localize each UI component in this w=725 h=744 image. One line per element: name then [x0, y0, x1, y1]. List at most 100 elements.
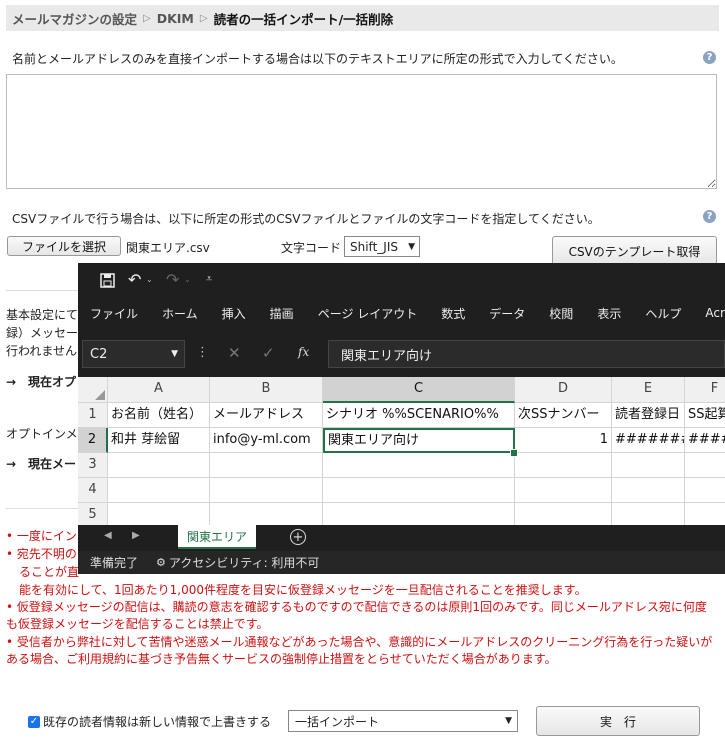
overwrite-checkbox[interactable]: ✓ — [28, 715, 40, 728]
cell-empty[interactable] — [612, 453, 685, 478]
cell-e1[interactable]: 読者登録日 — [612, 403, 685, 428]
cell-empty[interactable] — [108, 453, 210, 478]
help-icon[interactable]: ? — [703, 51, 716, 64]
cell-empty[interactable] — [515, 478, 612, 503]
chevron-down-icon[interactable]: ⌄ — [184, 275, 191, 284]
column-header-a[interactable]: A — [108, 377, 210, 403]
ribbon-tab-review[interactable]: 校閲 — [549, 305, 573, 322]
row-header-2[interactable]: 2 — [78, 428, 108, 453]
formula-input-value: 関東エリア向け — [341, 348, 433, 364]
formula-input[interactable]: 関東エリア向け — [328, 340, 725, 368]
note-item: • 受信者から弊社に対して苦情や迷惑メール通報などがあった場合や、意識的にメール… — [6, 635, 713, 666]
cell-c2-active[interactable]: 関東エリア向け — [323, 428, 515, 453]
sheet-tab-bar: ◀ ▶ 関東エリア + — [78, 525, 725, 549]
ribbon-tab-page-layout[interactable]: ページ レイアウト — [318, 305, 418, 322]
cell-f2[interactable]: #### — [685, 428, 725, 453]
cell-e2[interactable]: ####### — [612, 428, 685, 453]
chevron-down-icon[interactable]: ⌄ — [146, 275, 153, 284]
csv-instruction: CSVファイルで行う場合は、以下に所定の形式のCSVファイルとファイルの文字コー… — [12, 212, 600, 226]
ribbon-tab-insert[interactable]: 挿入 — [222, 305, 246, 322]
import-mode-select[interactable]: 一括インポート ▼ — [288, 710, 518, 732]
add-sheet-icon[interactable]: + — [290, 529, 306, 545]
column-header-c[interactable]: C — [323, 377, 515, 403]
chevron-down-icon: ▼ — [505, 716, 512, 726]
column-header-b[interactable]: B — [210, 377, 323, 403]
note-item: • 一度にイン — [6, 529, 77, 543]
import-mode-value: 一括インポート — [295, 714, 380, 729]
row-header-4[interactable]: 4 — [78, 478, 108, 503]
status-accessibility[interactable]: アクセシビリティ: 利用不可 — [169, 554, 320, 571]
ribbon-tab-data[interactable]: データ — [489, 305, 525, 322]
breadcrumb-item-dkim[interactable]: DKIM — [151, 11, 200, 26]
direct-import-textarea[interactable] — [6, 74, 717, 189]
enter-check-icon[interactable]: ✓ — [262, 344, 275, 362]
ribbon-tab-home[interactable]: ホーム — [162, 305, 198, 322]
cell-empty[interactable] — [210, 478, 323, 503]
cell-empty[interactable] — [108, 478, 210, 503]
ribbon-tab-acrobat[interactable]: Acrobat — [705, 306, 725, 320]
redo-icon[interactable]: ↷ — [166, 270, 179, 289]
breadcrumb-item-mailmag[interactable]: メールマガジンの設定 — [6, 9, 143, 28]
name-box[interactable]: C2 ▼ — [82, 340, 185, 368]
breadcrumb-item-current: 読者の一括インポート/一括削除 — [213, 11, 394, 27]
save-icon[interactable] — [100, 273, 115, 288]
cell-b1[interactable]: メールアドレス — [210, 403, 323, 428]
more-options-icon[interactable]: ⋮ — [196, 345, 209, 360]
excel-status-bar: 準備完了 ⚙ アクセシビリティ: 利用不可 — [78, 551, 725, 574]
optin-setting-text-1: 基本設定にて — [6, 308, 79, 322]
cell-b2[interactable]: info@y-ml.com — [210, 428, 323, 453]
cell-empty[interactable] — [685, 453, 725, 478]
status-ready: 準備完了 — [90, 556, 139, 570]
cell-empty[interactable] — [515, 453, 612, 478]
overwrite-option[interactable]: ✓ 既存の読者情報は新しい情報で上書きする — [28, 713, 271, 730]
cell-f1[interactable]: SS起算 — [685, 403, 725, 428]
cancel-icon[interactable]: ✕ — [228, 344, 241, 362]
cell-d2[interactable]: 1 — [515, 428, 612, 453]
breadcrumb-separator-icon: ▷ — [199, 12, 208, 24]
cell-c1[interactable]: シナリオ %%SCENARIO%% — [323, 403, 515, 428]
excel-grid[interactable]: A B C D E F 1 2 3 4 5 お名前（姓名） メールアドレス シナ… — [78, 377, 725, 528]
cell-empty[interactable] — [685, 478, 725, 503]
choose-file-button[interactable]: ファイルを選択 — [7, 236, 121, 256]
ribbon-tab-file[interactable]: ファイル — [90, 305, 138, 322]
customize-toolbar-icon[interactable]: ⩡ — [206, 272, 212, 286]
sheet-tab-kanto[interactable]: 関東エリア — [178, 525, 256, 549]
excel-ribbon-tabs: ファイル ホーム 挿入 描画 ページ レイアウト 数式 データ 校閲 表示 ヘル… — [78, 299, 725, 327]
breadcrumb-separator-icon: ▷ — [143, 12, 151, 24]
encoding-label: 文字コード — [281, 241, 342, 255]
excel-quick-access-toolbar: ↶ ⌄ ↷ ⌄ ⩡ — [78, 263, 725, 299]
column-header-d[interactable]: D — [515, 377, 612, 403]
execute-button[interactable]: 実 行 — [536, 706, 700, 736]
optin-setting-text-3: 行われません — [6, 344, 78, 358]
chevron-down-icon[interactable]: ▼ — [171, 349, 178, 359]
cell-empty[interactable] — [210, 453, 323, 478]
row-header-3[interactable]: 3 — [78, 453, 108, 478]
name-box-value: C2 — [90, 346, 108, 362]
column-header-e[interactable]: E — [612, 377, 685, 403]
ribbon-tab-formulas[interactable]: 数式 — [441, 305, 465, 322]
sheet-prev-icon[interactable]: ◀ — [104, 530, 112, 541]
row-header-1[interactable]: 1 — [78, 403, 108, 428]
csv-template-button[interactable]: CSVのテンプレート取得 — [552, 236, 717, 266]
ribbon-tab-help[interactable]: ヘルプ — [645, 305, 681, 322]
selected-file-name: 関東エリア.csv — [126, 241, 210, 255]
note-item-continued: 能を有効にして、1回あたり1,000件程度を目安に仮登録メッセージを一旦配信され… — [19, 583, 587, 597]
fill-handle[interactable] — [510, 449, 518, 457]
help-icon[interactable]: ? — [703, 210, 716, 223]
encoding-select[interactable]: Shift_JIS ▼ — [344, 236, 420, 257]
cell-empty[interactable] — [323, 478, 515, 503]
insert-function-icon[interactable]: fx — [298, 345, 309, 359]
column-header-f[interactable]: F — [685, 377, 725, 403]
optin-setting-text-2: 録）メッセー — [6, 326, 79, 340]
select-all-corner[interactable] — [78, 377, 108, 403]
cell-empty[interactable] — [612, 478, 685, 503]
cell-d1[interactable]: 次SSナンバー — [515, 403, 612, 428]
sheet-next-icon[interactable]: ▶ — [132, 530, 140, 541]
ribbon-tab-draw[interactable]: 描画 — [270, 305, 294, 322]
ribbon-tab-view[interactable]: 表示 — [597, 305, 621, 322]
undo-icon[interactable]: ↶ — [128, 270, 141, 289]
cell-a2[interactable]: 和井 芽絵留 — [108, 428, 210, 453]
cell-a1[interactable]: お名前（姓名） — [108, 403, 210, 428]
excel-window[interactable]: ↶ ⌄ ↷ ⌄ ⩡ ファイル ホーム 挿入 描画 ページ レイアウト 数式 デー… — [78, 263, 725, 574]
cell-empty[interactable] — [323, 453, 515, 478]
